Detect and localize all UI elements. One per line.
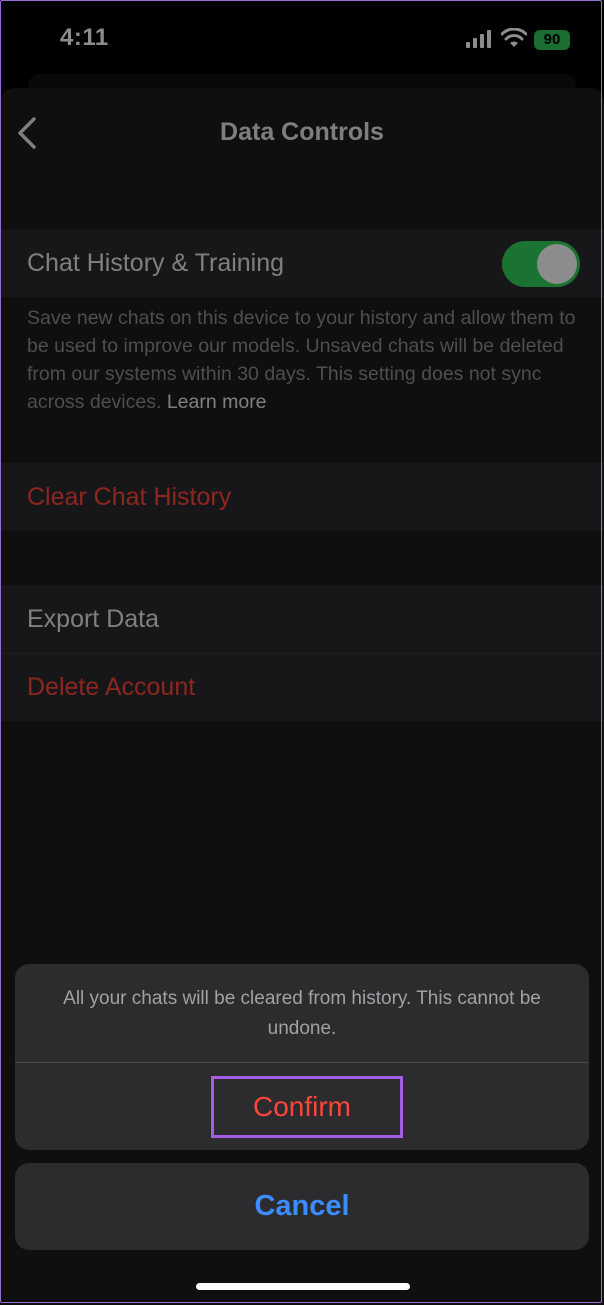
- confirm-button[interactable]: Confirm: [15, 1063, 589, 1150]
- confirmation-action-sheet: All your chats will be cleared from hist…: [15, 964, 589, 1150]
- cancel-button[interactable]: Cancel: [15, 1163, 589, 1250]
- home-indicator: [196, 1283, 410, 1290]
- highlight-box: [211, 1076, 403, 1138]
- action-sheet-message: All your chats will be cleared from hist…: [63, 988, 541, 1039]
- cancel-label: Cancel: [254, 1190, 350, 1222]
